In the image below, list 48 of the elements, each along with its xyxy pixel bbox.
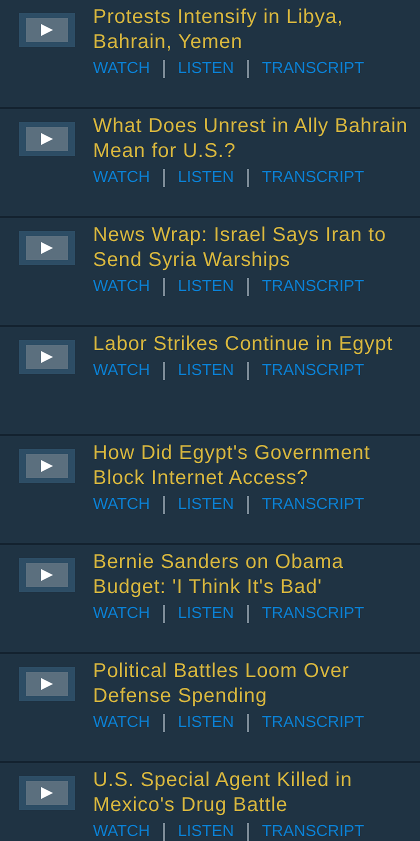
- play-icon: [40, 677, 54, 691]
- story-title[interactable]: How Did Egypt's Government Block Internet Access?: [93, 441, 416, 491]
- story-link[interactable]: TRANSCRIPT: [262, 604, 364, 624]
- story-link[interactable]: LISTEN: [178, 604, 234, 624]
- story-link[interactable]: TRANSCRIPT: [262, 495, 364, 515]
- story-link[interactable]: WATCH: [93, 59, 150, 79]
- play-button[interactable]: [19, 340, 75, 374]
- story-title[interactable]: What Does Unrest in Ally Bahrain Mean for U.S.?: [93, 114, 416, 164]
- story-title[interactable]: News Wrap: Israel Says Iran to Send Syria Warships: [93, 223, 416, 273]
- play-icon: [40, 241, 54, 255]
- play-icon: [40, 132, 54, 146]
- play-button[interactable]: [19, 13, 75, 47]
- story-link[interactable]: WATCH: [93, 495, 150, 515]
- story-link[interactable]: LISTEN: [178, 168, 234, 188]
- story-link[interactable]: WATCH: [93, 713, 150, 733]
- play-icon: [40, 350, 54, 364]
- play-button[interactable]: [19, 558, 75, 592]
- story-link[interactable]: TRANSCRIPT: [262, 713, 364, 733]
- play-icon: [40, 23, 54, 37]
- story-link[interactable]: LISTEN: [178, 495, 234, 515]
- story-title[interactable]: U.S. Special Agent Killed in Mexico's Drug Battle: [93, 768, 416, 818]
- story-title[interactable]: Political Battles Loom Over Defense Spending: [93, 659, 416, 709]
- play-button[interactable]: [19, 776, 75, 810]
- story-link[interactable]: WATCH: [93, 168, 150, 188]
- play-button[interactable]: [19, 667, 75, 701]
- story-link[interactable]: LISTEN: [178, 713, 234, 733]
- story-link[interactable]: LISTEN: [178, 822, 234, 841]
- story-title[interactable]: Bernie Sanders on Obama Budget: 'I Think It's Bad': [93, 550, 416, 600]
- play-icon: [40, 568, 54, 582]
- story-link[interactable]: TRANSCRIPT: [262, 59, 364, 79]
- story-link[interactable]: TRANSCRIPT: [262, 168, 364, 188]
- story-link[interactable]: TRANSCRIPT: [262, 822, 364, 841]
- story-link[interactable]: LISTEN: [178, 361, 234, 381]
- story-title[interactable]: Labor Strikes Continue in Egypt: [93, 332, 393, 357]
- story-link[interactable]: LISTEN: [178, 59, 234, 79]
- story-link[interactable]: LISTEN: [178, 277, 234, 297]
- story-link[interactable]: WATCH: [93, 361, 150, 381]
- play-icon: [40, 786, 54, 800]
- story-link[interactable]: WATCH: [93, 822, 150, 841]
- story-link[interactable]: TRANSCRIPT: [262, 277, 364, 297]
- play-icon: [40, 459, 54, 473]
- play-button[interactable]: [19, 449, 75, 483]
- story-link[interactable]: WATCH: [93, 604, 150, 624]
- story-link[interactable]: WATCH: [93, 277, 150, 297]
- story-link[interactable]: TRANSCRIPT: [262, 361, 364, 381]
- play-button[interactable]: [19, 122, 75, 156]
- story-title[interactable]: Protests Intensify in Libya, Bahrain, Yemen: [93, 5, 416, 55]
- play-button[interactable]: [19, 231, 75, 265]
